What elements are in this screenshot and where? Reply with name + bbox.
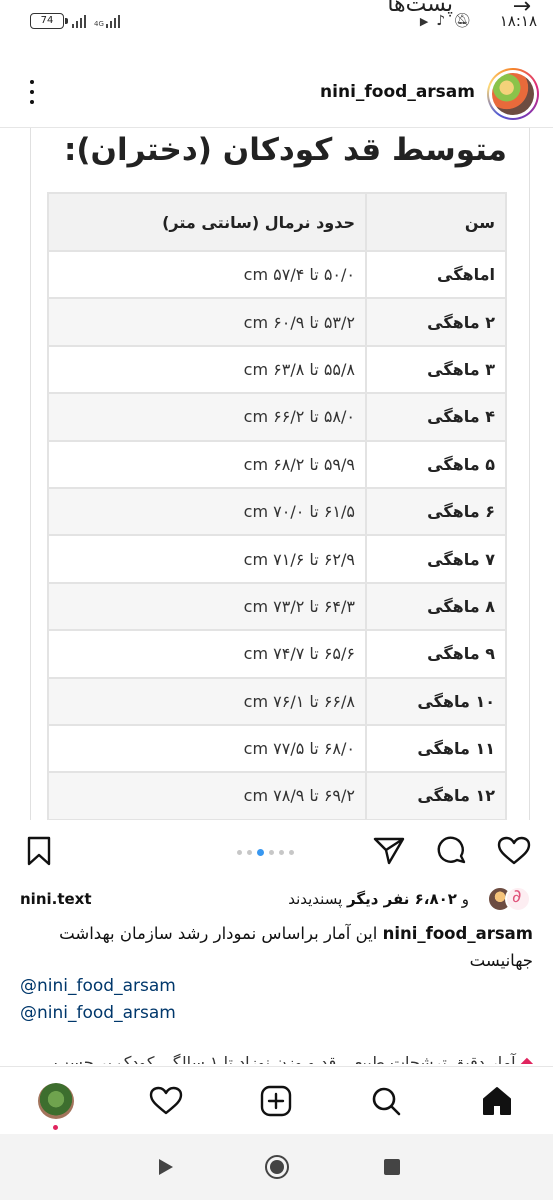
row-height-range: ۶۶/۸ تا ۷۶/۱ cm bbox=[47, 676, 367, 726]
liked-by-avatars bbox=[479, 884, 531, 914]
mention-link[interactable]: @nini_food_arsam bbox=[20, 1003, 176, 1023]
post-avatar[interactable] bbox=[487, 68, 539, 120]
signal-icon bbox=[72, 14, 86, 28]
liker-avatar bbox=[505, 886, 531, 912]
table-row: ۸ ماهگی ۶۴/۳ تا ۷۳/۲ cm bbox=[47, 581, 507, 632]
row-age: ۱۲ ماهگی bbox=[365, 771, 507, 820]
carousel-dot bbox=[279, 850, 284, 855]
post-actions bbox=[0, 828, 553, 874]
table-row: ۱۲ ماهگی ۶۹/۲ تا ۷۸/۹ cm bbox=[47, 771, 507, 820]
caption-peek-text: آمار دقیق ترشحات طبیعی قد و وزن نوزاد تا… bbox=[53, 1053, 516, 1064]
row-age: ۱۱ ماهگی bbox=[365, 723, 507, 774]
row-age: ۷ ماهگی bbox=[365, 534, 507, 584]
table-row: ۴ ماهگی ۵۸/۰ تا ۶۶/۲ cm bbox=[47, 392, 507, 442]
row-height-range: ۶۴/۳ تا ۷۳/۲ cm bbox=[47, 581, 367, 632]
carousel-dot bbox=[237, 850, 242, 855]
row-age: ۴ ماهگی bbox=[365, 392, 507, 442]
liker-username[interactable]: nini.text bbox=[20, 890, 92, 908]
row-age: ۲ ماهگی bbox=[365, 297, 507, 347]
battery-icon: 74 bbox=[30, 13, 68, 29]
nav-home-icon[interactable] bbox=[479, 1083, 515, 1119]
row-height-range: ۶۵/۶ تا ۷۴/۷ cm bbox=[47, 629, 367, 679]
nav-search-icon[interactable] bbox=[368, 1083, 404, 1119]
row-age: ۱۰ ماهگی bbox=[365, 676, 507, 726]
table-header-height: حدود نرمال (سانتی متر) bbox=[47, 192, 367, 252]
notification-dot bbox=[53, 1125, 58, 1130]
table-header-age: سن bbox=[365, 192, 507, 252]
table-row: ۶ ماهگی ۶۱/۵ تا ۷۰/۰ cm bbox=[47, 486, 507, 537]
row-height-range: ۵۰/۰ تا ۵۷/۴ cm bbox=[47, 249, 367, 300]
save-bookmark-icon[interactable] bbox=[22, 834, 56, 868]
carousel-dot bbox=[247, 850, 252, 855]
red-diamond-icon: ◆ bbox=[520, 1053, 533, 1064]
row-age: ۸ ماهگی bbox=[365, 581, 507, 632]
avatar-image bbox=[492, 73, 534, 115]
row-height-range: ۵۸/۰ تا ۶۶/۲ cm bbox=[47, 392, 367, 442]
profile-avatar bbox=[38, 1083, 74, 1119]
post-username[interactable]: nini_food_arsam bbox=[320, 82, 475, 102]
mute-icon: 🔕︎ bbox=[453, 13, 471, 29]
table-row: ۹ ماهگی ۶۵/۶ تا ۷۴/۷ cm bbox=[47, 629, 507, 679]
status-time: ۱۸:۱۸ bbox=[499, 12, 537, 30]
table-row: ۵ ماهگی ۵۹/۹ تا ۶۸/۲ cm bbox=[47, 439, 507, 489]
more-options-icon[interactable] bbox=[20, 78, 44, 106]
row-age: ۹ ماهگی bbox=[365, 629, 507, 679]
comment-icon[interactable] bbox=[435, 834, 469, 868]
table-row: ۳ ماهگی ۵۵/۸ تا ۶۳/۸ cm bbox=[47, 344, 507, 395]
row-age: ۳ ماهگی bbox=[365, 344, 507, 395]
system-navigation bbox=[0, 1134, 553, 1200]
post-caption: nini_food_arsam این آمار براساس نمودار ر… bbox=[18, 920, 533, 974]
like-heart-icon[interactable] bbox=[497, 834, 531, 868]
row-height-range: ۶۲/۹ تا ۷۱/۶ cm bbox=[47, 534, 367, 584]
share-icon[interactable] bbox=[372, 834, 406, 868]
bottom-navigation bbox=[0, 1066, 553, 1134]
next-caption-peek: ◆ آمار دقیق ترشحات طبیعی قد و وزن نوزاد … bbox=[13, 1052, 533, 1064]
play-notification-icon: ▶ bbox=[419, 14, 429, 28]
system-back-icon[interactable] bbox=[152, 1154, 178, 1180]
row-age: ۵ ماهگی bbox=[365, 439, 507, 489]
system-recents-icon[interactable] bbox=[379, 1154, 405, 1180]
table-row: ۲ ماهگی ۵۳/۲ تا ۶۰/۹ cm bbox=[47, 297, 507, 347]
table-row: ۷ ماهگی ۶۲/۹ تا ۷۱/۶ cm bbox=[47, 534, 507, 584]
post-image[interactable]: متوسط قد کودکان (دختران): سن حدود نرمال … bbox=[0, 128, 553, 820]
likes-row[interactable]: و ۶،۸۰۲ نفر دیگر پسندیدند nini.text bbox=[0, 884, 553, 916]
music-notification-icon: ♪ bbox=[436, 13, 446, 29]
height-table: سن حدود نرمال (سانتی متر) اماهگی ۵۰/۰ تا … bbox=[47, 192, 507, 820]
row-age: ۶ ماهگی bbox=[365, 486, 507, 537]
system-home-icon[interactable] bbox=[264, 1154, 290, 1180]
signal-icon-2 bbox=[105, 14, 120, 28]
table-row: ۱۱ ماهگی ۶۸/۰ تا ۷۷/۵ cm bbox=[47, 723, 507, 774]
row-height-range: ۶۱/۵ تا ۷۰/۰ cm bbox=[47, 486, 367, 537]
status-bar: 74 4G پست‌ها → ▶ ♪ 🔕︎ ۱۸:۱۸ bbox=[0, 0, 553, 48]
row-height-range: ۵۹/۹ تا ۶۸/۲ cm bbox=[47, 439, 367, 489]
nav-create-plus-icon[interactable] bbox=[258, 1083, 294, 1119]
likes-prefix: و bbox=[461, 890, 469, 908]
image-title: متوسط قد کودکان (دختران): bbox=[63, 132, 507, 168]
row-height-range: ۵۳/۲ تا ۶۰/۹ cm bbox=[47, 297, 367, 347]
row-height-range: ۵۵/۸ تا ۶۳/۸ cm bbox=[47, 344, 367, 395]
likes-summary[interactable]: و ۶،۸۰۲ نفر دیگر پسندیدند bbox=[288, 890, 469, 908]
status-left: 74 4G bbox=[30, 13, 120, 29]
row-age: اماهگی bbox=[365, 249, 507, 300]
status-right-icons: ▶ ♪ 🔕︎ bbox=[420, 13, 471, 29]
nav-profile[interactable] bbox=[38, 1083, 74, 1119]
caption-username[interactable]: nini_food_arsam bbox=[383, 924, 533, 943]
nav-activity-heart-icon[interactable] bbox=[148, 1083, 184, 1119]
mention-link[interactable]: @nini_food_arsam bbox=[20, 976, 176, 996]
likes-count[interactable]: ۶،۸۰۲ نفر دیگر bbox=[347, 890, 457, 908]
carousel-dots bbox=[237, 849, 294, 856]
likes-suffix: پسندیدند bbox=[288, 890, 343, 908]
carousel-dot bbox=[269, 850, 274, 855]
carousel-dot bbox=[257, 849, 264, 856]
table-header-row: سن حدود نرمال (سانتی متر) bbox=[47, 192, 507, 252]
network-label: 4G bbox=[94, 20, 104, 28]
post-header: nini_food_arsam bbox=[0, 62, 553, 122]
table-row: اماهگی ۵۰/۰ تا ۵۷/۴ cm bbox=[47, 249, 507, 300]
carousel-dot bbox=[289, 850, 294, 855]
row-height-range: ۶۹/۲ تا ۷۸/۹ cm bbox=[47, 771, 367, 820]
table-row: ۱۰ ماهگی ۶۶/۸ تا ۷۶/۱ cm bbox=[47, 676, 507, 726]
row-height-range: ۶۸/۰ تا ۷۷/۵ cm bbox=[47, 723, 367, 774]
